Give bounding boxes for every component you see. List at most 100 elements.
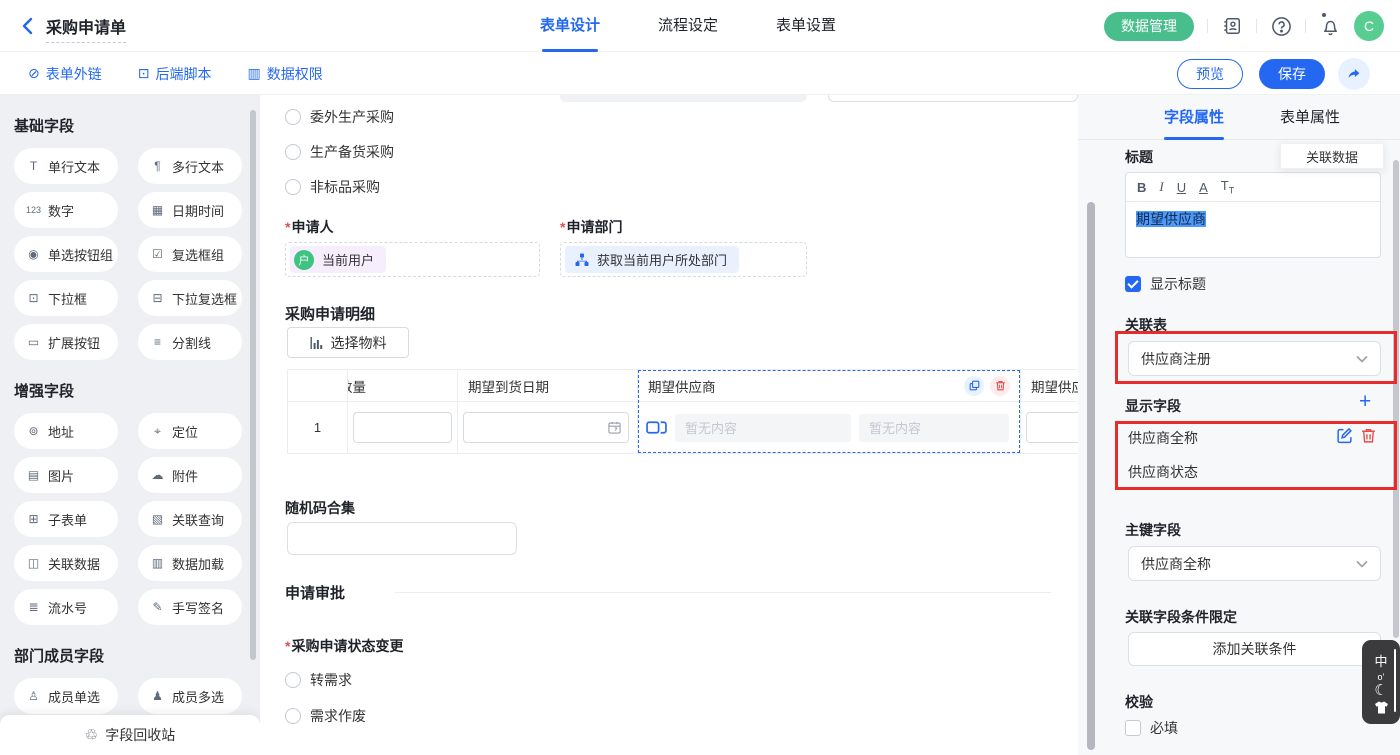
palette-field-下拉复选框[interactable]: ⊟下拉复选框: [138, 280, 242, 316]
expected-date-column[interactable]: 期望到货日期: [458, 370, 638, 453]
palette-field-定位[interactable]: ⌖定位: [138, 413, 242, 449]
radio-button-icon[interactable]: [285, 109, 301, 125]
sidebar-scrollbar[interactable]: [250, 110, 256, 660]
clipped-field-remnant: [560, 95, 807, 102]
display-field-item-1[interactable]: 供应商全称: [1128, 428, 1198, 448]
share-button[interactable]: [1338, 58, 1370, 90]
share-arrow-icon: [1346, 66, 1362, 82]
tab-form-design[interactable]: 表单设计: [540, 0, 600, 52]
palette-field-流水号[interactable]: ≣流水号: [14, 589, 118, 625]
field-type-label: 单行文本: [48, 157, 100, 176]
tab-form-properties[interactable]: 表单属性: [1280, 95, 1340, 139]
select-material-label: 选择物料: [331, 333, 387, 353]
page-title[interactable]: 采购申请单: [46, 14, 126, 43]
primary-key-select[interactable]: 供应商全称: [1128, 546, 1381, 581]
data-manage-button[interactable]: 数据管理: [1104, 12, 1194, 41]
field-recycle-bin[interactable]: ♲ 字段回收站: [0, 715, 260, 755]
field-type-label: 日期时间: [172, 201, 224, 220]
field-type-icon: ▭: [25, 335, 42, 349]
expected-supplier-2-header: 期望供应商: [1021, 370, 1078, 402]
external-link-label: 表单外链: [46, 64, 102, 84]
related-data-floating-tag[interactable]: 关联数据: [1280, 143, 1384, 169]
calendar-icon: [608, 421, 621, 434]
palette-field-成员多选[interactable]: ♟成员多选: [138, 678, 242, 714]
contact-book-icon[interactable]: [1221, 15, 1243, 37]
date-input[interactable]: [463, 412, 629, 443]
current-user-chip: 户 当前用户: [290, 246, 386, 273]
palette-field-地址[interactable]: ⊚地址: [14, 413, 118, 449]
expected-supplier-column-2[interactable]: 期望供应商: [1021, 370, 1078, 453]
palette-field-数据加载[interactable]: ▥数据加载: [138, 545, 242, 581]
radio-button-icon[interactable]: [285, 144, 301, 160]
palette-field-数字[interactable]: 123数字: [14, 192, 118, 228]
title-rich-editor[interactable]: B I U A TT 期望供应商: [1125, 172, 1381, 258]
radio-button-icon[interactable]: [285, 672, 301, 688]
palette-field-图片[interactable]: ▤图片: [14, 457, 118, 493]
bold-icon[interactable]: B: [1137, 180, 1146, 195]
field-type-icon: ✎: [149, 600, 166, 614]
related-table-select[interactable]: 供应商注册: [1128, 341, 1381, 376]
preview-button[interactable]: 预览: [1177, 59, 1243, 89]
italic-icon[interactable]: I: [1159, 179, 1163, 195]
palette-field-多行文本[interactable]: ¶多行文本: [138, 148, 242, 184]
palette-field-单选按钮组[interactable]: ◉单选按钮组: [14, 236, 118, 272]
tab-field-properties[interactable]: 字段属性: [1164, 95, 1224, 139]
random-code-input[interactable]: [287, 522, 517, 555]
palette-field-扩展按钮[interactable]: ▭扩展按钮: [14, 324, 118, 360]
tab-form-settings[interactable]: 表单设置: [776, 0, 836, 52]
field-type-label: 数据加载: [172, 554, 224, 573]
palette-field-单行文本[interactable]: T单行文本: [14, 148, 118, 184]
field-type-icon: ⊡: [25, 291, 42, 305]
required-checkbox[interactable]: [1125, 720, 1141, 736]
panel-scrollbar[interactable]: [1393, 160, 1399, 638]
palette-field-下拉框[interactable]: ⊡下拉框: [14, 280, 118, 316]
trash-icon[interactable]: [1360, 427, 1377, 444]
palette-field-附件[interactable]: ☁附件: [138, 457, 242, 493]
expected-supplier-column-selected[interactable]: 期望供应商 暂无内容 暂无内容: [638, 370, 1021, 453]
app-header: 采购申请单 表单设计 流程设定 表单设置 数据管理: [0, 0, 1400, 52]
department-field[interactable]: 获取当前用户所处部门: [560, 242, 807, 277]
copy-field-icon[interactable]: [964, 376, 984, 396]
field-type-label: 分割线: [172, 333, 211, 352]
title-editor-body[interactable]: 期望供应商: [1126, 202, 1380, 236]
display-field-placeholder-1: 暂无内容: [675, 414, 851, 442]
add-display-field-icon[interactable]: +: [1359, 391, 1371, 412]
tab-flow-settings[interactable]: 流程设定: [658, 0, 718, 52]
add-condition-button[interactable]: 添加关联条件: [1128, 632, 1381, 666]
notification-bell-icon[interactable]: [1319, 15, 1341, 37]
back-icon[interactable]: [18, 16, 38, 36]
palette-field-分割线[interactable]: ≡分割线: [138, 324, 242, 360]
user-avatar[interactable]: C: [1354, 11, 1384, 41]
palette-field-复选框组[interactable]: ☑复选框组: [138, 236, 242, 272]
palette-field-日期时间[interactable]: ▦日期时间: [138, 192, 242, 228]
form-toolbar: ⊘ 表单外链 ⊡ 后端脚本 ▥ 数据权限 预览 保存: [0, 52, 1400, 95]
canvas-scrollbar[interactable]: [1087, 202, 1095, 750]
field-type-icon: ♟: [149, 689, 166, 703]
font-size-icon[interactable]: TT: [1221, 178, 1234, 196]
quantity-column[interactable]: 数量: [348, 370, 458, 453]
help-icon[interactable]: [1270, 15, 1292, 37]
radio-button-icon[interactable]: [285, 179, 301, 195]
supplier-2-input[interactable]: [1026, 412, 1078, 443]
radio-button-icon[interactable]: [285, 708, 301, 724]
edit-icon[interactable]: [1336, 427, 1353, 444]
browser-extension-widget[interactable]: 中 o’ ☾: [1362, 640, 1400, 724]
display-field-item-2[interactable]: 供应商状态: [1128, 462, 1198, 482]
palette-field-手写签名[interactable]: ✎手写签名: [138, 589, 242, 625]
palette-field-成员单选[interactable]: ♙成员单选: [14, 678, 118, 714]
backend-script-button[interactable]: ⊡ 后端脚本: [138, 64, 212, 84]
select-material-button[interactable]: 选择物料: [287, 327, 409, 358]
palette-field-关联查询[interactable]: ▧关联查询: [138, 501, 242, 537]
palette-field-关联数据[interactable]: ◫关联数据: [14, 545, 118, 581]
palette-field-子表单[interactable]: ⊞子表单: [14, 501, 118, 537]
external-link-button[interactable]: ⊘ 表单外链: [28, 64, 102, 84]
applicant-field[interactable]: 户 当前用户: [285, 242, 540, 277]
font-color-icon[interactable]: A: [1199, 180, 1208, 195]
show-title-checkbox[interactable]: [1125, 276, 1141, 292]
data-permission-button[interactable]: ▥ 数据权限: [247, 64, 322, 84]
quantity-input[interactable]: [353, 412, 452, 443]
save-button[interactable]: 保存: [1259, 59, 1325, 89]
underline-icon[interactable]: U: [1177, 180, 1186, 195]
delete-field-icon[interactable]: [990, 376, 1010, 396]
backend-script-label: 后端脚本: [155, 64, 211, 84]
